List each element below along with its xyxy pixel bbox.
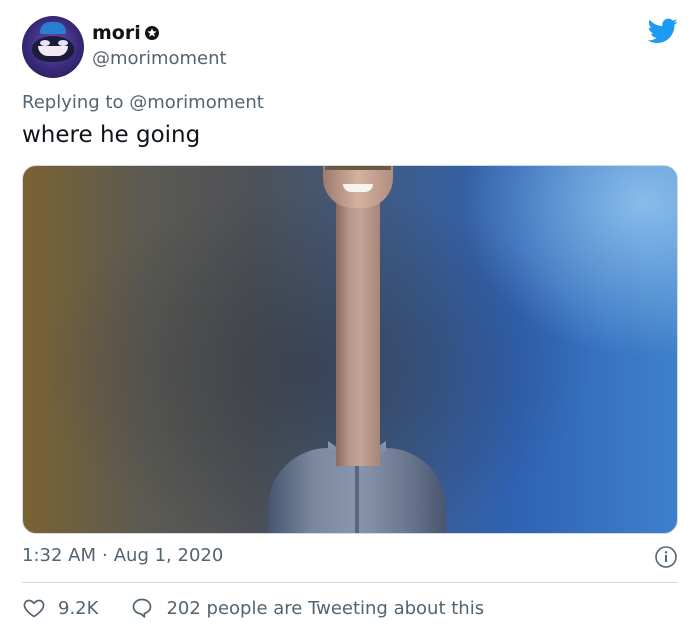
tweet-card: mori @morimoment Replying to @morimoment… bbox=[0, 0, 700, 636]
speech-bubble-icon bbox=[133, 598, 152, 618]
divider bbox=[22, 582, 678, 583]
tweet-time[interactable]: 1:32 AM bbox=[22, 545, 96, 566]
tweeting-about-text: 202 people are Tweeting about this bbox=[166, 597, 485, 619]
tweet-timestamp: 1:32 AM · Aug 1, 2020 bbox=[22, 545, 223, 566]
reply-button[interactable]: 202 people are Tweeting about this bbox=[130, 596, 484, 620]
info-icon[interactable] bbox=[654, 545, 678, 569]
timestamp-separator: · bbox=[102, 545, 108, 566]
engagement-bar: 9.2K 202 people are Tweeting about this bbox=[22, 596, 484, 620]
replying-to: Replying to @morimoment bbox=[22, 92, 264, 113]
photo-smile bbox=[343, 184, 373, 192]
tweet-date[interactable]: Aug 1, 2020 bbox=[114, 545, 224, 566]
heart-icon bbox=[23, 599, 45, 618]
user-handle[interactable]: @morimoment bbox=[92, 48, 227, 69]
like-count: 9.2K bbox=[58, 597, 99, 619]
photo-shirt-placket bbox=[355, 464, 359, 533]
name-row: mori bbox=[92, 22, 160, 44]
twitter-bird-icon[interactable] bbox=[648, 18, 678, 44]
photo-long-neck bbox=[336, 196, 380, 466]
replying-to-label: Replying to bbox=[22, 92, 124, 113]
tweet-text: where he going bbox=[22, 122, 201, 148]
tweet-photo[interactable] bbox=[22, 165, 678, 534]
display-name[interactable]: mori bbox=[92, 22, 141, 44]
badge-icon bbox=[144, 26, 159, 40]
like-button[interactable]: 9.2K bbox=[22, 596, 98, 620]
user-avatar[interactable] bbox=[22, 16, 84, 78]
avatar-hat bbox=[40, 22, 66, 34]
photo-hair bbox=[325, 166, 391, 170]
replying-to-mention[interactable]: @morimoment bbox=[129, 92, 264, 113]
